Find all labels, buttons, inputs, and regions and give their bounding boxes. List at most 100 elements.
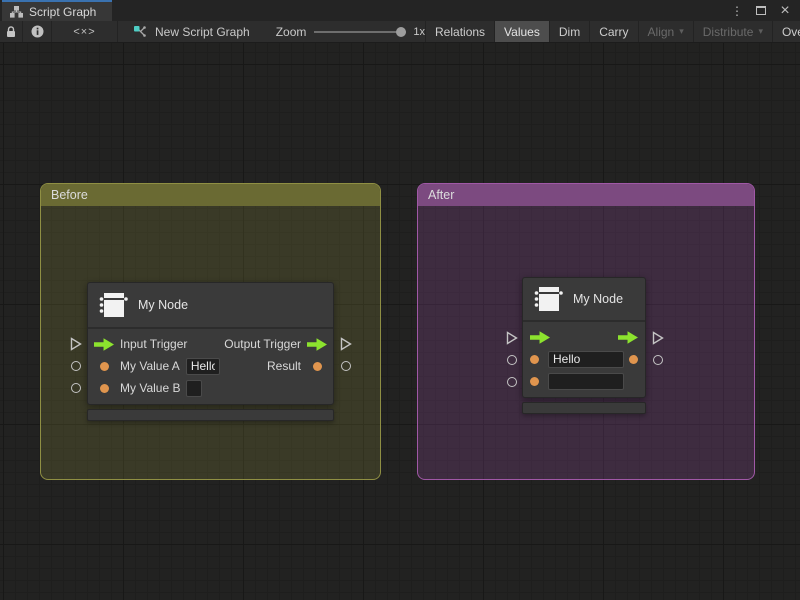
node-after-ports [523, 322, 645, 397]
node-after-footer [522, 402, 646, 414]
node-before-footer [87, 409, 334, 421]
value-b-field[interactable] [186, 380, 202, 397]
distribute-label: Distribute [703, 25, 754, 39]
output-trigger-port[interactable] [307, 338, 327, 351]
value-port-icon [100, 384, 109, 393]
port-row: My Value A Result [88, 355, 333, 377]
value-b-port[interactable] [530, 377, 539, 386]
outer-output-trigger-port[interactable] [340, 337, 352, 351]
value-b-port[interactable] [94, 384, 114, 393]
value-b-field[interactable] [548, 373, 624, 390]
zoom-slider-track[interactable] [314, 31, 406, 33]
kebab-menu-icon[interactable]: ⋮ [728, 2, 746, 20]
align-label: Align [648, 25, 675, 39]
node-before-body[interactable]: My Node Input Trigger Output Trigger [87, 282, 334, 405]
window-controls: ⋮ × [728, 0, 800, 21]
port-row [523, 370, 645, 392]
chevron-down-icon: ▾ [758, 26, 763, 37]
script-graph-window: Script Graph ⋮ × <×> [0, 0, 800, 600]
distribute-dropdown[interactable]: Distribute ▾ [693, 21, 772, 42]
zoom-label: Zoom [276, 25, 307, 39]
tab-bar: Script Graph ⋮ × [0, 0, 800, 21]
flow-arrow-icon [94, 338, 114, 351]
unit-node-icon [533, 285, 563, 313]
group-after-header[interactable]: After [418, 184, 754, 206]
group-after-label: After [428, 188, 454, 202]
value-port-icon [100, 362, 109, 371]
outer-input-trigger-port[interactable] [506, 331, 518, 345]
script-graph-asset-icon [133, 25, 148, 38]
hollow-triangle-icon [340, 337, 352, 351]
group-before-label: Before [51, 188, 88, 202]
overview-label: Overview [782, 25, 800, 39]
value-a-field[interactable] [548, 351, 624, 368]
info-button[interactable] [23, 21, 52, 42]
outer-value-a-port[interactable] [507, 355, 517, 365]
value-a-label: My Value A [120, 359, 180, 373]
flow-arrow-icon [307, 338, 327, 351]
node-after-header[interactable]: My Node [523, 278, 645, 322]
lock-button[interactable] [0, 21, 23, 42]
dim-button[interactable]: Dim [549, 21, 589, 42]
result-label: Result [267, 359, 301, 373]
value-a-port[interactable] [94, 362, 114, 371]
zoom-control: Zoom 1x [276, 21, 425, 42]
close-icon[interactable]: × [776, 2, 794, 20]
port-row [523, 326, 645, 348]
chevron-down-icon: ▾ [679, 26, 684, 37]
input-trigger-label: Input Trigger [120, 337, 187, 351]
lock-icon [6, 26, 16, 38]
info-icon [31, 25, 44, 38]
port-row: My Value B [88, 377, 333, 399]
port-row [523, 348, 645, 370]
graph-asset-button[interactable]: New Script Graph [118, 21, 250, 42]
value-a-field[interactable] [186, 358, 220, 375]
zoom-slider-handle[interactable] [396, 27, 406, 37]
flow-arrow-icon [618, 331, 638, 344]
result-port[interactable] [629, 355, 638, 364]
outer-result-port[interactable] [341, 361, 351, 371]
code-preview-button[interactable]: <×> [52, 21, 118, 42]
outer-value-b-port[interactable] [507, 377, 517, 387]
hollow-triangle-icon [70, 337, 82, 351]
group-before-header[interactable]: Before [41, 184, 380, 206]
relations-label: Relations [435, 25, 485, 39]
node-after-title: My Node [573, 292, 623, 306]
tab-script-graph[interactable]: Script Graph [2, 0, 112, 21]
port-row: Input Trigger Output Trigger [88, 333, 333, 355]
node-before-header[interactable]: My Node [88, 283, 333, 329]
result-port[interactable] [307, 362, 327, 371]
graph-asset-label: New Script Graph [155, 25, 250, 39]
outer-result-port[interactable] [653, 355, 663, 365]
outer-input-trigger-port[interactable] [70, 337, 82, 351]
maximize-glyph [756, 6, 766, 15]
align-dropdown[interactable]: Align ▾ [638, 21, 693, 42]
value-a-port[interactable] [530, 355, 539, 364]
output-trigger-label: Output Trigger [224, 337, 301, 351]
relations-button[interactable]: Relations [425, 21, 494, 42]
graph-toolbar: <×> New Script Graph Zoom 1x Relations V… [0, 21, 800, 43]
carry-button[interactable]: Carry [589, 21, 637, 42]
outer-output-trigger-port[interactable] [652, 331, 664, 345]
graph-hierarchy-icon [10, 6, 23, 18]
overview-button[interactable]: Overview [772, 21, 800, 42]
flow-arrow-icon [530, 331, 550, 344]
maximize-icon[interactable] [752, 2, 770, 20]
output-trigger-port[interactable] [618, 331, 638, 344]
outer-value-b-port[interactable] [71, 383, 81, 393]
node-after-body[interactable]: My Node [522, 277, 646, 398]
values-label: Values [504, 25, 540, 39]
carry-label: Carry [599, 25, 628, 39]
values-button[interactable]: Values [494, 21, 549, 42]
hollow-triangle-icon [506, 331, 518, 345]
hollow-triangle-icon [652, 331, 664, 345]
dim-label: Dim [559, 25, 580, 39]
zoom-slider[interactable] [314, 21, 406, 43]
input-trigger-port[interactable] [94, 338, 114, 351]
graph-canvas[interactable]: Before After [0, 43, 800, 600]
tab-title: Script Graph [29, 5, 96, 19]
node-before: My Node Input Trigger Output Trigger [87, 282, 334, 421]
outer-value-a-port[interactable] [71, 361, 81, 371]
input-trigger-port[interactable] [530, 331, 550, 344]
node-after: My Node [522, 277, 646, 414]
